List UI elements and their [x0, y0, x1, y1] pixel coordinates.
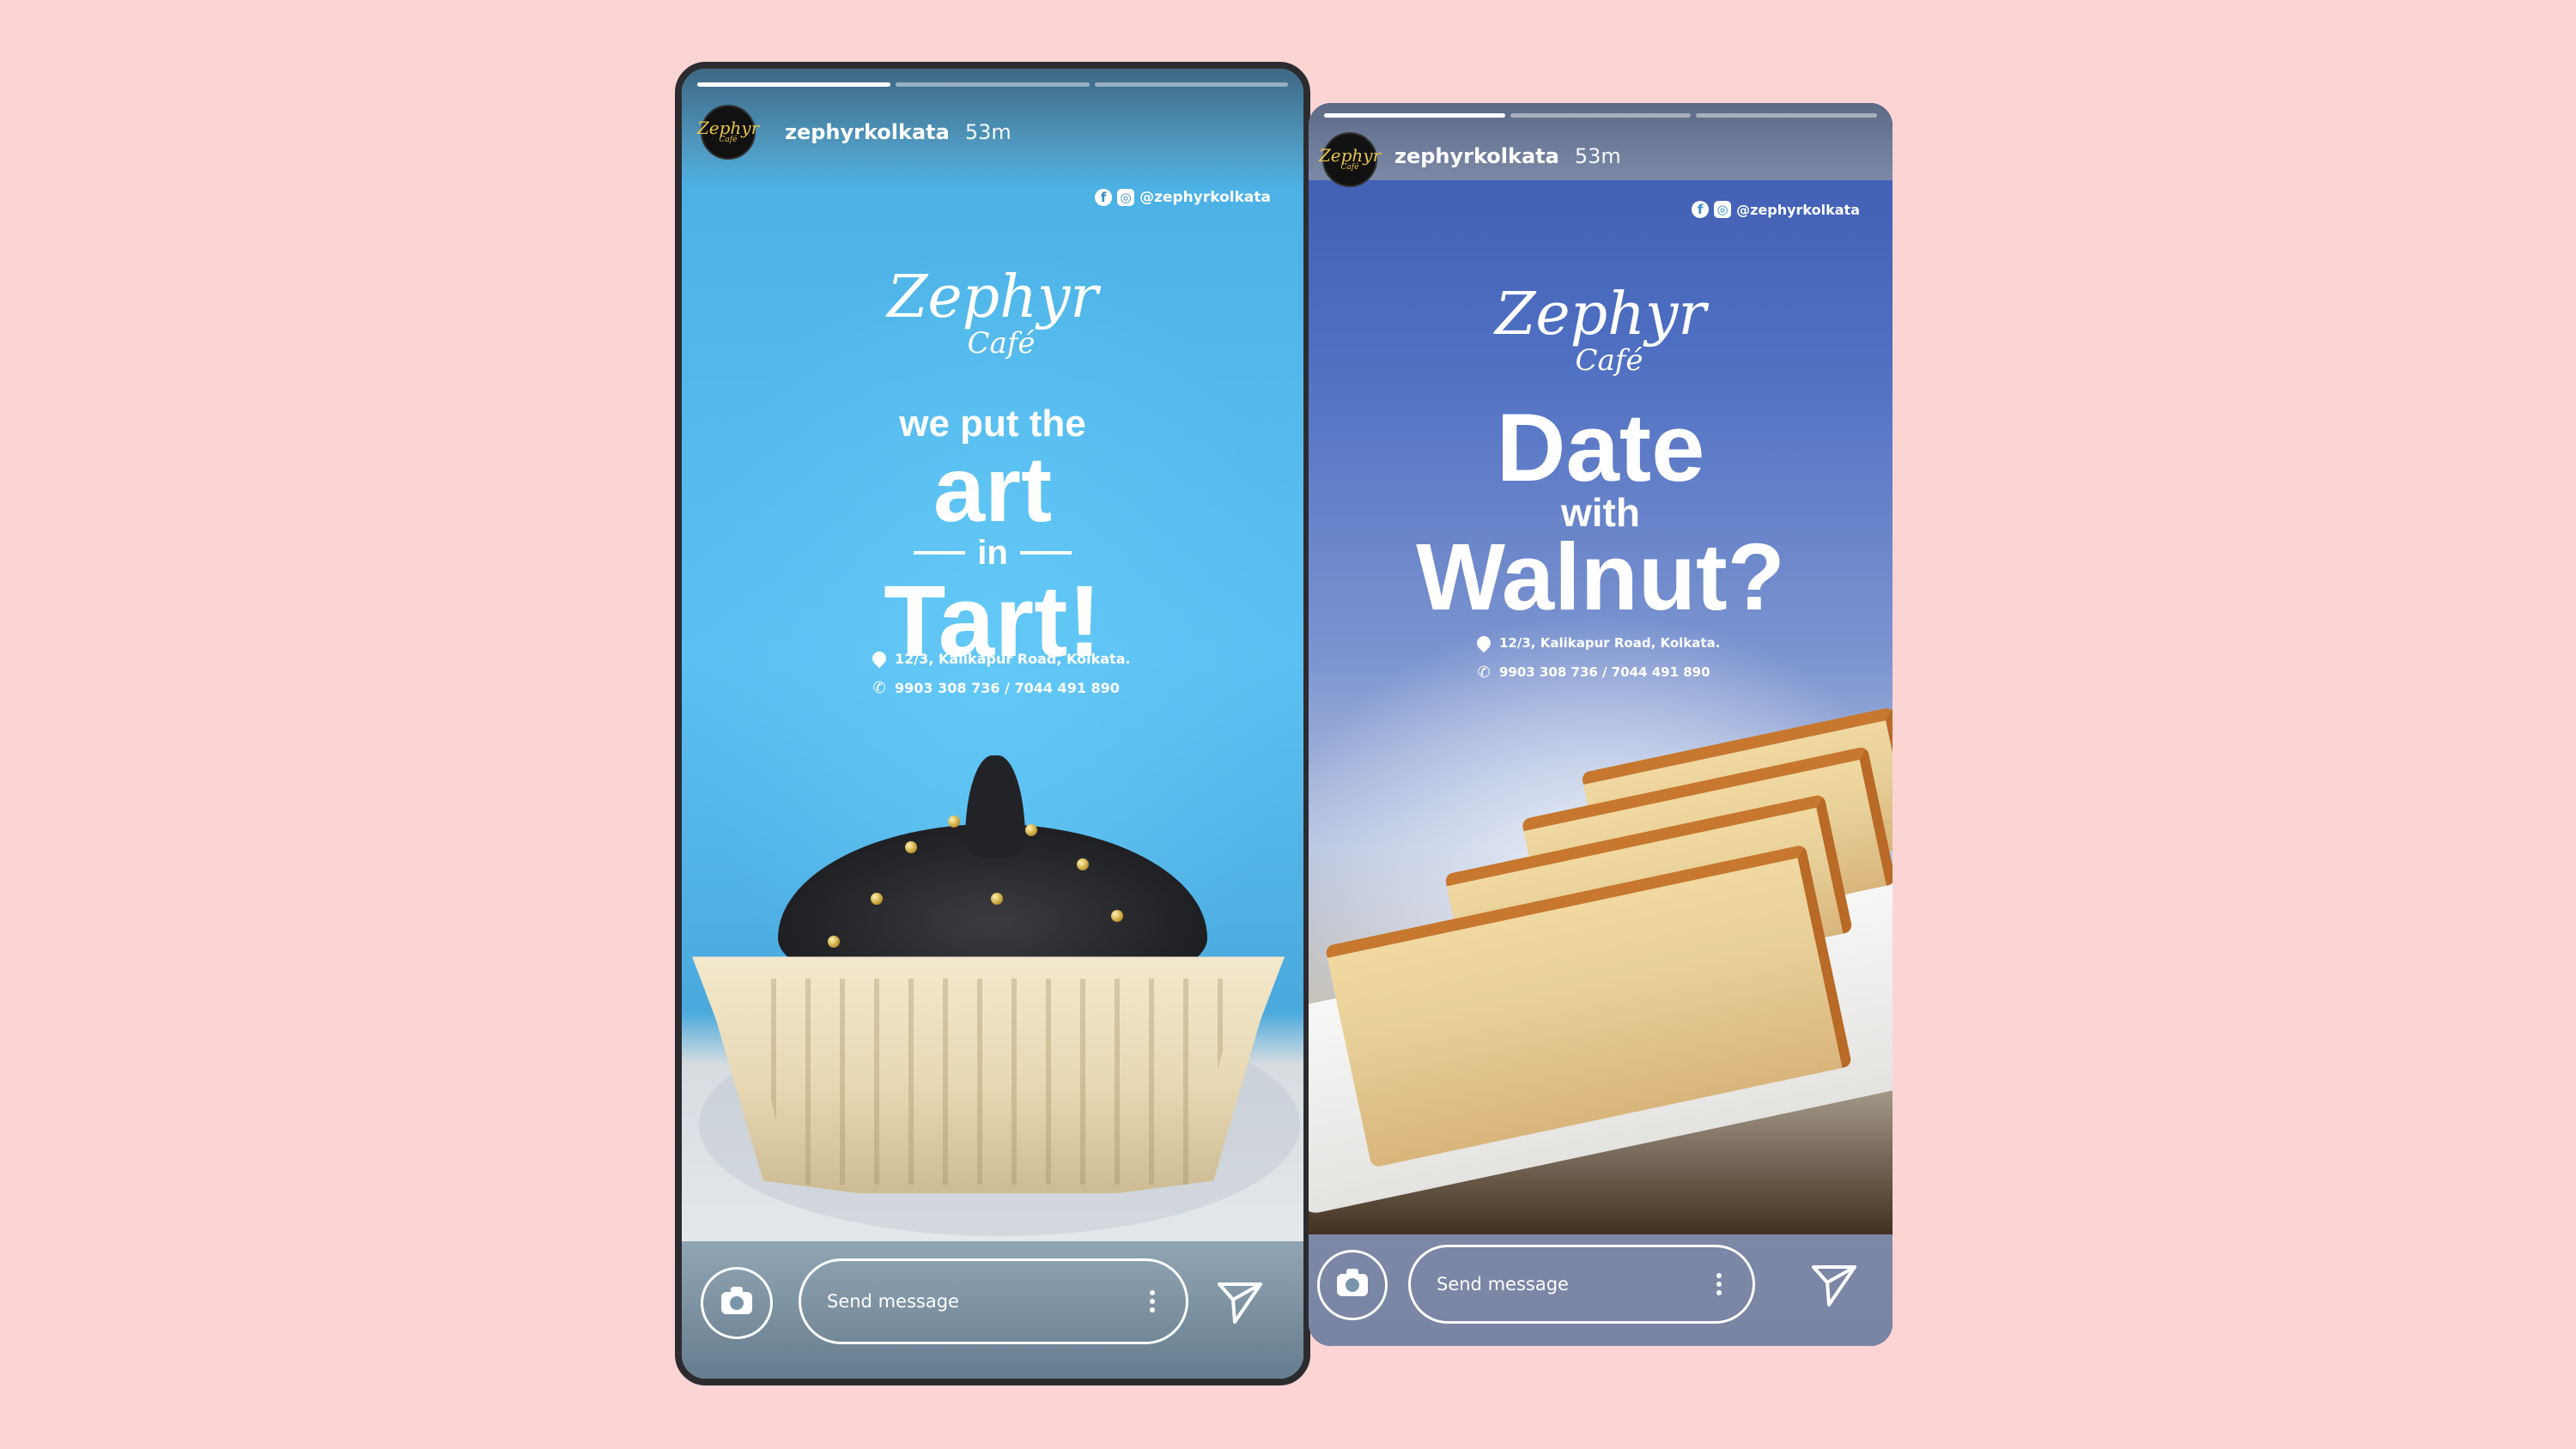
social-handle-text: @zephyrkolkata: [1139, 189, 1271, 206]
story-footer: Send message: [1309, 1234, 1893, 1346]
address-row: 12/3, Kalikapur Road, Kolkata.: [1473, 628, 1721, 658]
username-label: zephyrkolkata: [1394, 144, 1559, 168]
avatar[interactable]: Zephyr Café: [697, 105, 759, 160]
story-username[interactable]: zephyrkolkata 53m: [1394, 144, 1621, 168]
username-label: zephyrkolkata: [785, 120, 950, 144]
send-message-input[interactable]: Send message: [1408, 1245, 1755, 1324]
camera-icon: [721, 1287, 752, 1314]
message-placeholder: Send message: [827, 1291, 959, 1312]
phone-text: 9903 308 736 / 7044 491 890: [1499, 664, 1710, 680]
headline-line: Date: [1496, 394, 1705, 501]
divider: [914, 551, 966, 555]
send-icon[interactable]: [1810, 1260, 1858, 1308]
progress-segment: [1094, 82, 1288, 87]
more-vertical-icon[interactable]: [1716, 1270, 1722, 1299]
location-pin-icon: [869, 648, 890, 669]
story-header: Zephyr Café zephyrkolkata 53m: [1309, 103, 1893, 187]
avatar-logo-text: Zephyr: [696, 118, 760, 138]
camera-icon: [1337, 1269, 1368, 1296]
avatar-logo-text: Zephyr: [1318, 145, 1382, 166]
progress-segment: [1696, 113, 1878, 118]
instagram-icon: ◎: [1714, 201, 1732, 218]
social-handle: f ◎ @zephyrkolkata: [1095, 189, 1271, 206]
brand-sub: Café: [967, 326, 1036, 361]
gold-pearl: [828, 936, 840, 948]
phone-row: ✆ 9903 308 736 / 7044 491 890: [872, 673, 1131, 702]
story-time: 53m: [1574, 144, 1621, 168]
send-icon[interactable]: [1216, 1277, 1264, 1325]
story-headline: Date with Walnut?: [1309, 394, 1893, 630]
progress-segment: [697, 82, 891, 87]
avatar[interactable]: Zephyr Café: [1319, 132, 1381, 187]
story-headline: we put the art in Tart!: [682, 403, 1303, 673]
avatar-logo-sub: Café: [1340, 163, 1359, 172]
story-header: Zephyr Café zephyrkolkata 53m: [682, 69, 1303, 189]
gold-pearl: [1077, 858, 1089, 870]
progress-segment: [1324, 113, 1505, 118]
address-text: 12/3, Kalikapur Road, Kolkata.: [1499, 635, 1721, 651]
gold-pearl: [1025, 824, 1037, 836]
story-progress: [697, 82, 1288, 87]
location-pin-icon: [1473, 633, 1494, 653]
story-phone-tart: Zephyr Café zephyrkolkata 53m f ◎ @zephyr…: [675, 62, 1310, 1385]
avatar-logo-sub: Café: [719, 136, 738, 144]
address-text: 12/3, Kalikapur Road, Kolkata.: [895, 650, 1131, 667]
headline-line: Walnut?: [1416, 524, 1785, 630]
story-footer: Send message: [682, 1241, 1303, 1379]
brand-name: Zephyr: [1495, 281, 1706, 349]
camera-button[interactable]: [701, 1267, 773, 1339]
story-phone-walnut: Zephyr Café zephyrkolkata 53m f ◎ @zephyr…: [1309, 103, 1893, 1346]
phone-icon: ✆: [1477, 663, 1491, 682]
phone-icon: ✆: [872, 678, 886, 697]
gold-pearl: [871, 893, 883, 905]
brand-sub: Café: [1575, 343, 1643, 378]
story-progress: [1324, 113, 1878, 118]
brand-logo: Zephyr Café: [1309, 281, 1893, 378]
social-handle-text: @zephyrkolkata: [1736, 201, 1860, 218]
tart-ribs: [742, 979, 1240, 1185]
progress-segment: [1510, 113, 1692, 118]
divider: [1019, 551, 1072, 555]
contact-info: 12/3, Kalikapur Road, Kolkata. ✆ 9903 30…: [869, 644, 1131, 702]
camera-button[interactable]: [1317, 1250, 1388, 1320]
message-placeholder: Send message: [1437, 1274, 1569, 1294]
story-username[interactable]: zephyrkolkata 53m: [785, 120, 1012, 144]
phone-row: ✆ 9903 308 736 / 7044 491 890: [1477, 658, 1720, 687]
headline-line: art: [933, 437, 1053, 541]
brand-logo: Zephyr Café: [682, 264, 1303, 361]
gold-pearl: [991, 893, 1003, 905]
facebook-icon: f: [1095, 189, 1113, 206]
phone-text: 9903 308 736 / 7044 491 890: [895, 679, 1120, 696]
address-row: 12/3, Kalikapur Road, Kolkata.: [869, 644, 1131, 673]
gold-pearl: [1111, 910, 1123, 922]
instagram-icon: ◎: [1117, 189, 1135, 206]
send-message-input[interactable]: Send message: [799, 1258, 1188, 1344]
progress-segment: [896, 82, 1090, 87]
brand-name: Zephyr: [887, 264, 1098, 331]
gold-pearl: [948, 815, 960, 828]
story-time: 53m: [964, 120, 1012, 144]
contact-info: 12/3, Kalikapur Road, Kolkata. ✆ 9903 30…: [1473, 628, 1721, 687]
facebook-icon: f: [1692, 201, 1710, 218]
more-vertical-icon[interactable]: [1150, 1287, 1155, 1316]
gold-pearl: [905, 841, 917, 853]
social-handle: f ◎ @zephyrkolkata: [1692, 201, 1860, 218]
